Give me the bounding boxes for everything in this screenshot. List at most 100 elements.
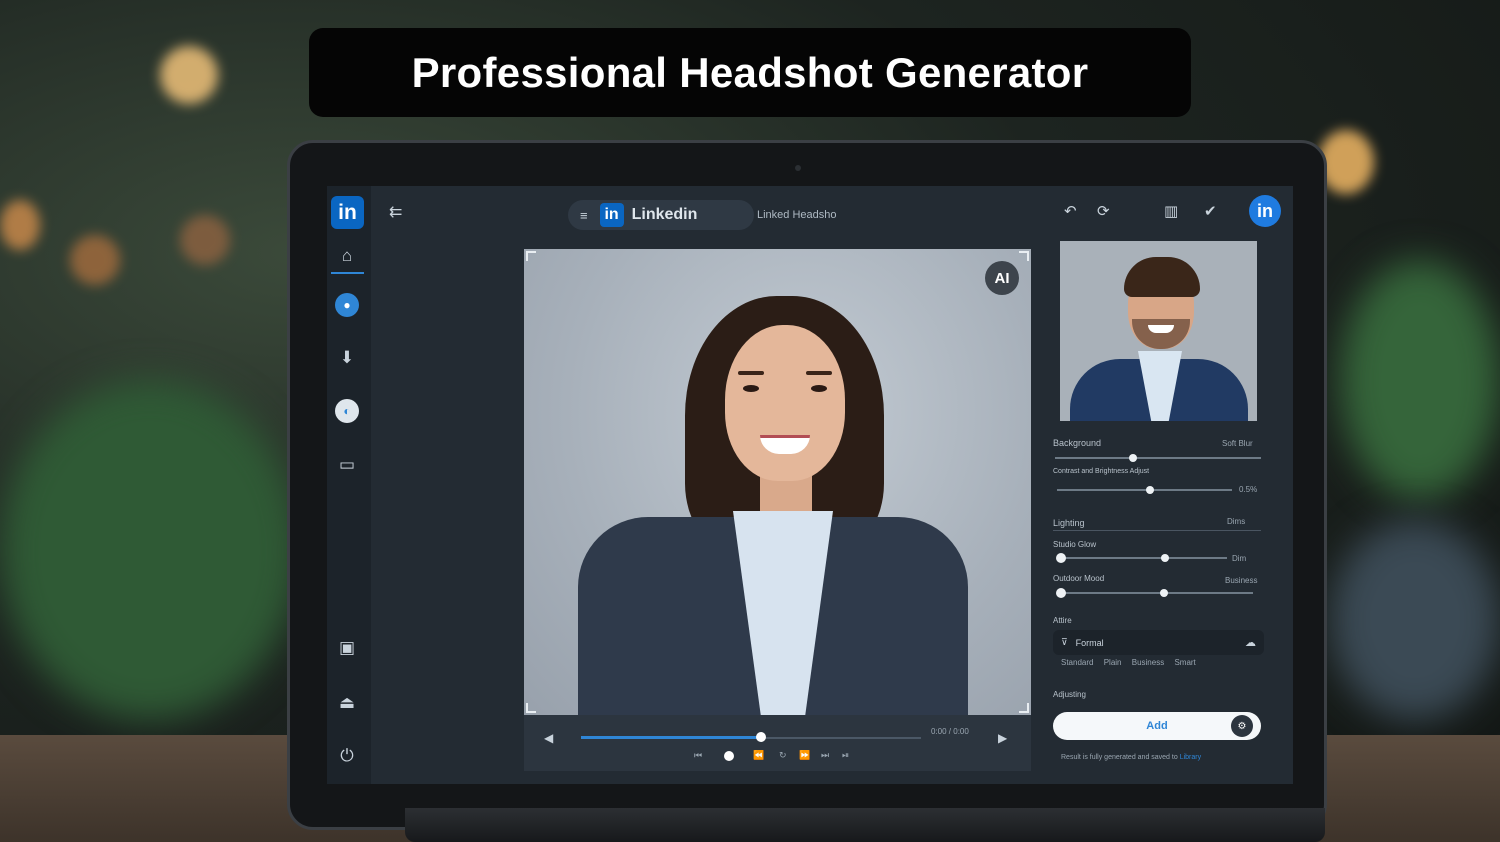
linkedin-chip-logo: in — [599, 203, 624, 227]
bokeh-light — [0, 200, 40, 250]
portrait-brow — [738, 371, 764, 375]
bokeh-light — [70, 235, 120, 285]
background-plant — [0, 380, 300, 720]
reference-photo[interactable] — [1060, 241, 1257, 421]
footer-note: Result is fully generated and saved to L… — [1061, 754, 1201, 761]
attire-option[interactable]: Standard — [1061, 658, 1093, 667]
portrait-eye — [743, 385, 759, 392]
brand-chip[interactable]: ≡ in Linkedin — [568, 200, 754, 230]
attire-options: Standard Plain Business Smart — [1061, 658, 1204, 667]
app-screen: in ⌂ ● ⬇ ◐ ▭ ▣ ⏏ ⏻ ⇇ ≡ in Linkedin Linke… — [327, 186, 1293, 784]
lighting-label: Lighting — [1053, 518, 1085, 528]
home-icon[interactable]: ⌂ — [335, 244, 359, 268]
playback-bar: ◀ 0:00 / 0:00 ▶ ⏮ ⏪ ↻ ⏩ ⏭ ⏯ — [524, 715, 1031, 771]
bokeh-light — [160, 46, 218, 104]
prev-icon[interactable]: ⏮ — [694, 750, 702, 761]
volume-icon[interactable]: ◀ — [544, 731, 553, 745]
step-back-icon[interactable]: ⏪ — [753, 750, 764, 761]
studio-glow-value: Dim — [1232, 554, 1247, 563]
ai-badge[interactable]: AI — [985, 261, 1019, 295]
outdoor-mood-label: Outdoor Mood — [1053, 574, 1105, 583]
slider-start — [1056, 588, 1066, 598]
globe-icon[interactable]: ◐ — [335, 399, 359, 423]
end-icon[interactable]: ⏯ — [842, 750, 849, 761]
brand-name: Linkedin — [631, 206, 698, 223]
crop-handle[interactable] — [1019, 703, 1029, 713]
record-button[interactable] — [724, 751, 734, 761]
undo-icon[interactable]: ↶ — [1064, 202, 1077, 220]
background-label: Background — [1053, 438, 1102, 448]
background-slider[interactable] — [1055, 454, 1261, 462]
background-value: Soft Blur — [1222, 439, 1253, 448]
gallery-icon[interactable]: ▭ — [335, 453, 359, 477]
background-shelf — [1330, 520, 1500, 720]
webcam — [795, 165, 801, 171]
lighting-value: Dims — [1227, 517, 1246, 526]
bokeh-light — [180, 215, 230, 265]
filter-icon: ⊽ — [1061, 637, 1068, 647]
reference-smile — [1148, 325, 1174, 333]
portrait-brow — [806, 371, 832, 375]
play-icon[interactable]: ▶ — [998, 731, 1007, 745]
headshot-canvas[interactable]: AI — [524, 249, 1031, 717]
portrait-face — [725, 325, 845, 481]
check-icon[interactable]: ✔ — [1204, 202, 1217, 220]
time-readout: 0:00 / 0:00 — [931, 727, 969, 736]
slider-handle[interactable] — [1129, 454, 1138, 462]
active-indicator — [331, 272, 364, 274]
attire-select[interactable]: ⊽ Formal ☁ — [1053, 630, 1264, 655]
attire-option[interactable]: Smart — [1174, 658, 1195, 667]
attire-option[interactable]: Plain — [1104, 658, 1122, 667]
step-forward-icon[interactable]: ⏩ — [799, 750, 810, 761]
slider-handle[interactable] — [1160, 554, 1169, 562]
progress-handle[interactable] — [756, 732, 767, 742]
studio-glow-label: Studio Glow — [1053, 540, 1097, 549]
outdoor-mood-slider[interactable] — [1056, 588, 1253, 598]
contrast-slider[interactable] — [1057, 486, 1232, 494]
profile-icon[interactable]: ● — [335, 293, 359, 317]
page-caption: Linked Headsho — [757, 209, 837, 221]
contrast-value: 0.5% — [1239, 485, 1258, 494]
portrait-eye — [811, 385, 827, 392]
upload-icon[interactable]: ⏏ — [335, 691, 359, 715]
settings-panel: Background Soft Blur Contrast and Bright… — [1047, 238, 1293, 784]
menu-icon[interactable]: ≡ — [580, 208, 588, 223]
footer-text: Result is fully generated and saved to — [1061, 754, 1180, 761]
section-divider — [1053, 530, 1261, 531]
laptop-hinge — [405, 808, 1325, 842]
power-icon[interactable]: ⏻ — [335, 744, 359, 768]
slider-handle[interactable] — [1145, 486, 1154, 494]
crop-handle[interactable] — [526, 703, 536, 713]
cloud-icon[interactable]: ☁ — [1245, 636, 1256, 649]
banner-title: Professional Headshot Generator — [309, 28, 1191, 117]
attire-label: Attire — [1053, 616, 1072, 625]
book-icon[interactable]: ▥ — [1164, 202, 1178, 220]
attire-selected: Formal — [1075, 637, 1104, 648]
next-icon[interactable]: ⏭ — [821, 750, 829, 761]
download-icon[interactable]: ⬇ — [335, 346, 359, 370]
back-icon[interactable]: ⇇ — [389, 202, 402, 222]
user-avatar[interactable]: in — [1249, 195, 1281, 227]
attire-option[interactable]: Business — [1132, 658, 1164, 667]
settings-icon[interactable]: ⚙ — [1231, 715, 1253, 737]
adjusting-label: Adjusting — [1053, 690, 1086, 699]
crop-handle[interactable] — [1019, 251, 1029, 261]
top-bar: ⇇ ≡ in Linkedin Linked Headsho ↶ ⟳ ▥ ✔ i… — [371, 186, 1293, 238]
image-icon[interactable]: ▣ — [335, 636, 359, 660]
slider-start — [1056, 553, 1066, 563]
studio-glow-slider[interactable] — [1056, 553, 1227, 563]
linkedin-logo[interactable]: in — [331, 196, 364, 229]
contrast-label: Contrast and Brightness Adjust — [1053, 468, 1150, 475]
outdoor-mood-value: Business — [1225, 576, 1258, 585]
left-rail: in ⌂ ● ⬇ ◐ ▭ ▣ ⏏ ⏻ — [327, 186, 371, 784]
library-link[interactable]: Library — [1180, 754, 1201, 761]
slider-handle[interactable] — [1159, 589, 1168, 597]
progress-fill — [581, 736, 762, 739]
add-button[interactable]: Add — [1053, 712, 1261, 740]
reference-beard — [1132, 319, 1190, 349]
background-plant-right — [1340, 260, 1500, 500]
crop-handle[interactable] — [526, 251, 536, 261]
loop-icon[interactable]: ↻ — [779, 750, 787, 761]
refresh-icon[interactable]: ⟳ — [1097, 202, 1110, 220]
reference-hair — [1124, 257, 1200, 297]
